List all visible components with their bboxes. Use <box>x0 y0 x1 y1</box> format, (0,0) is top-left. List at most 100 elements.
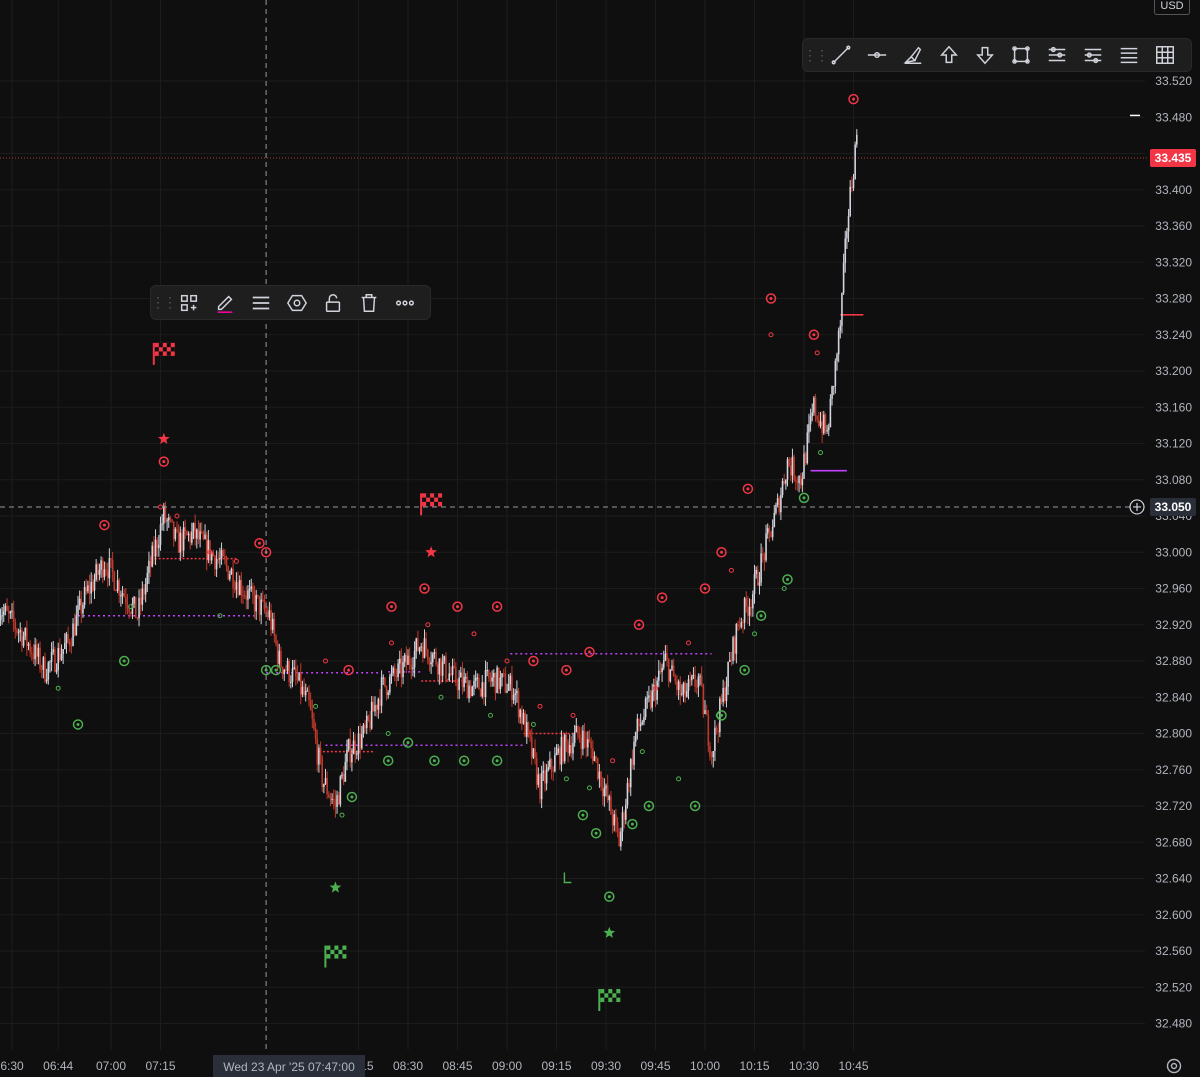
candle-body <box>672 665 675 677</box>
candle-body <box>352 740 355 755</box>
short-position-button[interactable] <box>1079 41 1107 69</box>
candle-body <box>847 215 850 232</box>
candle-body <box>761 553 764 555</box>
candle-body <box>271 618 274 630</box>
candle-body <box>273 618 276 636</box>
candle-body <box>339 776 342 805</box>
candle-body <box>313 718 315 729</box>
candle-body <box>356 753 358 755</box>
candle-body <box>156 539 158 549</box>
candle-body <box>100 560 102 570</box>
candle-body <box>846 231 848 239</box>
candle-body <box>133 596 135 604</box>
candle-body <box>40 669 43 671</box>
candle-body <box>296 675 299 681</box>
candle-body <box>821 421 823 434</box>
candle-body <box>247 590 249 600</box>
candle-body <box>70 645 73 647</box>
candle-body <box>212 552 215 556</box>
chart-settings-gear-icon[interactable] <box>1164 1056 1184 1076</box>
candle-body <box>535 757 538 785</box>
drag-handle-icon[interactable]: ⋮⋮ <box>803 47 829 64</box>
candle-body <box>163 505 165 524</box>
candle-body <box>834 360 837 387</box>
templates-button[interactable] <box>175 289 203 317</box>
candle-body <box>149 560 152 567</box>
candle-body <box>194 523 196 539</box>
fib-button[interactable] <box>1115 41 1143 69</box>
candle-body <box>174 528 177 540</box>
arrow-up-button[interactable] <box>935 41 963 69</box>
candle-body <box>827 427 830 431</box>
candle-body <box>42 657 45 670</box>
candle-body <box>281 666 284 675</box>
price-tick-label: 32.560 <box>1155 944 1192 958</box>
price-tick-label: 33.280 <box>1155 292 1192 306</box>
candle-body <box>725 686 728 701</box>
time-axis[interactable]: 6:3006:4407:0007:1508:1508:3008:4509:000… <box>0 1054 1200 1077</box>
candle-body <box>506 690 508 693</box>
buy-ring-marker <box>577 809 589 821</box>
candle-body <box>342 774 345 782</box>
candle-body <box>37 647 40 657</box>
candle-body <box>298 672 300 681</box>
candle-body <box>105 569 107 572</box>
trash-button[interactable] <box>355 289 383 317</box>
sell-dot-marker <box>814 350 820 356</box>
candle-body <box>727 661 729 687</box>
candle-body <box>661 667 663 673</box>
candle-body <box>824 414 827 432</box>
candle-body <box>643 717 645 723</box>
price-tick-label: 32.920 <box>1155 618 1192 632</box>
candle-body <box>126 603 129 609</box>
add-alert-plus-icon[interactable] <box>1129 499 1145 515</box>
candle-body <box>77 605 79 616</box>
candle-body <box>144 584 147 595</box>
candle-body <box>158 544 160 549</box>
grid-button[interactable] <box>1151 41 1179 69</box>
settings-hex-button[interactable] <box>283 289 311 317</box>
candle-body <box>766 528 769 534</box>
brush-icon <box>903 46 922 64</box>
buy-star-icon <box>329 881 342 893</box>
candle-body <box>641 722 644 725</box>
brush-button[interactable] <box>899 41 927 69</box>
trend-line-button[interactable] <box>827 41 855 69</box>
candle-body <box>669 669 672 682</box>
sell-dot-marker <box>570 712 576 718</box>
candle-body <box>60 654 63 660</box>
candle-body <box>6 605 8 611</box>
line-style-button[interactable] <box>247 289 275 317</box>
candle-body <box>623 812 625 820</box>
candle-body <box>172 521 175 540</box>
candle-body <box>479 689 482 697</box>
rectangle-button[interactable] <box>1007 41 1035 69</box>
candle-body <box>474 677 477 681</box>
pencil-color-button[interactable] <box>211 289 239 317</box>
drag-handle-icon[interactable]: ⋮⋮ <box>151 294 177 311</box>
chart-canvas[interactable]: 33.52033.48033.44033.40033.36033.32033.2… <box>0 0 1200 1077</box>
candle-body <box>628 783 630 788</box>
more-button[interactable] <box>391 289 419 317</box>
candle-body <box>130 612 132 614</box>
candle-body <box>111 559 114 573</box>
time-tick-label: 10:15 <box>739 1059 769 1073</box>
time-tick-label: 10:00 <box>690 1059 720 1073</box>
candle-body <box>491 677 493 682</box>
time-tick-label: 08:30 <box>393 1059 423 1073</box>
candle-body <box>286 660 289 671</box>
pencil-color-icon <box>217 295 233 313</box>
long-position-button[interactable] <box>1043 41 1071 69</box>
price-tick-label: 32.520 <box>1155 980 1192 994</box>
candle-body <box>245 595 248 600</box>
candle-body <box>450 673 452 676</box>
candle-body <box>176 528 178 532</box>
horizontal-ray-button[interactable] <box>863 41 891 69</box>
candle-body <box>92 581 94 591</box>
arrow-down-button[interactable] <box>971 41 999 69</box>
hook-arrow-icon <box>563 872 572 884</box>
currency-label[interactable]: USD <box>1154 0 1190 15</box>
candle-body <box>7 610 10 614</box>
unlock-button[interactable] <box>319 289 347 317</box>
candle-body <box>270 610 272 630</box>
